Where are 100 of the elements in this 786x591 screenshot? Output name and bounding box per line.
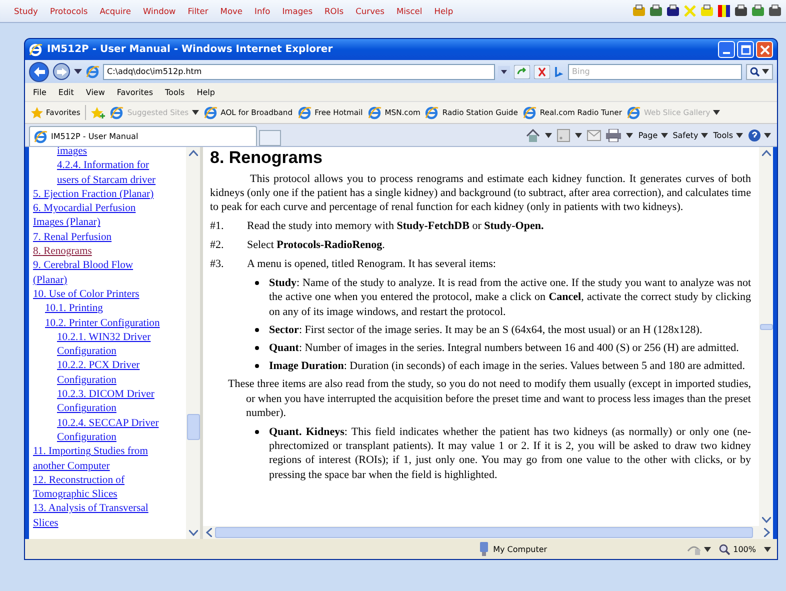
toc-link[interactable]: 5. Ejection Fraction (Planar) bbox=[33, 188, 154, 202]
menu-item[interactable]: Study bbox=[14, 6, 38, 16]
command-button[interactable]: Safety bbox=[672, 130, 708, 140]
scroll-left-icon[interactable] bbox=[206, 528, 212, 537]
menu-item[interactable]: File bbox=[33, 88, 46, 96]
toolbar-icon[interactable] bbox=[649, 4, 663, 18]
scroll-down-icon[interactable] bbox=[188, 530, 198, 536]
toc-link[interactable]: 10.2.2. PCX Driver Configuration bbox=[57, 359, 168, 388]
caret-icon bbox=[704, 546, 712, 552]
toc-link[interactable]: 10.2. Printer Configuration bbox=[45, 316, 160, 331]
search-field[interactable]: Bing bbox=[568, 64, 742, 80]
toc-link[interactable]: 4.2.4. Information for users of Starcam driver bbox=[57, 159, 168, 188]
computer-icon bbox=[479, 542, 490, 556]
toc-link[interactable]: 12. Reconstruction of Tomographic Slices bbox=[33, 474, 168, 502]
bing-logo-icon bbox=[554, 66, 565, 77]
home-icon[interactable] bbox=[526, 128, 540, 142]
menu-item[interactable]: Move bbox=[220, 6, 243, 16]
menu-item[interactable]: Filter bbox=[188, 6, 208, 16]
toc-link[interactable]: 13. Analysis of Transversal Slices bbox=[33, 502, 168, 532]
menu-item[interactable]: Acquire bbox=[100, 6, 131, 16]
minimize-button[interactable] bbox=[718, 41, 735, 58]
toc-link[interactable]: images bbox=[57, 145, 88, 160]
back-arrow-icon bbox=[33, 66, 45, 76]
browser-page-icon bbox=[298, 106, 312, 120]
caret-icon bbox=[575, 132, 582, 138]
help-button[interactable] bbox=[748, 128, 771, 142]
list-item-text: Image Duration: Duration (in seconds) of each image in the series. Values between 5 and 180 are admitted. bbox=[269, 359, 746, 374]
step-text: Select Protocols-RadioRenog. bbox=[247, 238, 386, 252]
address-field[interactable]: C:\adq\doc\im512p.htm bbox=[103, 64, 495, 80]
scroll-thumb[interactable] bbox=[215, 527, 753, 538]
add-favorite-icon[interactable] bbox=[91, 106, 106, 118]
close-button[interactable] bbox=[756, 41, 773, 58]
search-button[interactable] bbox=[746, 64, 773, 80]
scroll-up-icon[interactable] bbox=[762, 150, 770, 156]
menu-item[interactable]: Help bbox=[434, 6, 454, 16]
caret-icon bbox=[764, 546, 771, 552]
list-item-text: Quant: Number of images in the series. Integral numbers between 16 and 400 (S) or 256 (H) are admitted. bbox=[269, 341, 740, 356]
command-button[interactable]: Page bbox=[638, 130, 668, 140]
caret-icon bbox=[626, 132, 634, 138]
maximize-button[interactable] bbox=[737, 41, 754, 58]
vertical-scrollbar[interactable] bbox=[186, 147, 200, 539]
toolbar-icon[interactable] bbox=[666, 4, 680, 18]
vertical-scrollbar[interactable] bbox=[759, 147, 773, 526]
scroll-right-icon[interactable] bbox=[764, 528, 770, 537]
toc-link[interactable]: 10.2.3. DICOM Driver Configuration bbox=[57, 388, 168, 417]
scroll-thumb[interactable] bbox=[760, 324, 773, 330]
toc-link[interactable]: 10. Use of Color Printers bbox=[33, 288, 140, 302]
menu-item[interactable]: Miscel bbox=[396, 6, 422, 16]
bullet-icon bbox=[255, 430, 259, 434]
back-button[interactable] bbox=[29, 62, 49, 82]
menu-item[interactable]: Curves bbox=[356, 6, 384, 16]
step-number: #1. bbox=[210, 218, 225, 233]
menu-item[interactable]: Tools bbox=[165, 88, 185, 96]
toolbar-icon[interactable] bbox=[768, 4, 782, 18]
zoom-button[interactable]: 100% bbox=[719, 544, 756, 554]
toolbar-icon[interactable] bbox=[717, 4, 731, 18]
menu-item[interactable]: Protocols bbox=[50, 6, 88, 16]
browser-page-icon bbox=[522, 106, 537, 120]
toolbar-icon[interactable] bbox=[751, 4, 765, 18]
menu-item[interactable]: Images bbox=[282, 6, 313, 16]
bullet-icon bbox=[255, 328, 259, 332]
command-button[interactable]: Tools bbox=[713, 130, 743, 140]
caret-icon bbox=[660, 132, 668, 138]
scroll-up-icon[interactable] bbox=[188, 150, 198, 156]
menu-item[interactable]: View bbox=[86, 88, 105, 96]
caret-icon bbox=[764, 132, 771, 138]
forward-arrow-icon bbox=[56, 68, 66, 76]
star-icon bbox=[31, 106, 43, 118]
menu-item[interactable]: Favorites bbox=[116, 88, 154, 96]
toc-link[interactable]: 11. Importing Studies from another Computer bbox=[33, 445, 168, 474]
scroll-thumb[interactable] bbox=[187, 414, 200, 440]
toc-link[interactable]: 10.1. Printing bbox=[45, 302, 103, 317]
toc-link[interactable]: 10.2.4. SECCAP Driver Configuration bbox=[57, 416, 168, 446]
magnifier-icon bbox=[719, 544, 730, 554]
browser-page-icon bbox=[34, 130, 48, 144]
horizontal-scrollbar[interactable] bbox=[203, 526, 773, 539]
dropdown-caret-icon[interactable] bbox=[74, 69, 82, 74]
stop-icon[interactable] bbox=[534, 64, 550, 78]
menu-item[interactable]: ROIs bbox=[324, 6, 344, 16]
browser-tab[interactable]: IM512P - User Manual bbox=[29, 126, 257, 146]
toolbar-icon[interactable] bbox=[734, 4, 748, 18]
menu-item[interactable]: Window bbox=[143, 6, 176, 16]
browser-page-icon bbox=[204, 106, 218, 120]
toc-link[interactable]: 6. Myocardial Perfusion Images (Planar) bbox=[33, 202, 168, 231]
caret-icon bbox=[736, 132, 743, 138]
toc-link[interactable]: 10.2.1. WIN32 Driver Configuration bbox=[57, 330, 168, 360]
toc-link[interactable]: 9. Cerebral Blood Flow (Planar) bbox=[33, 259, 168, 288]
print-icon[interactable] bbox=[606, 128, 622, 142]
caret-icon bbox=[545, 132, 552, 138]
menu-item[interactable]: Help bbox=[196, 88, 215, 96]
step-number: #3. bbox=[210, 257, 225, 272]
mail-icon[interactable] bbox=[587, 130, 602, 140]
toc-link[interactable]: 7. Renal Perfusion bbox=[33, 230, 112, 246]
toc-link[interactable]: 8. Renograms bbox=[33, 245, 92, 260]
menu-item[interactable]: Edit bbox=[58, 88, 74, 96]
scroll-down-icon[interactable] bbox=[762, 517, 770, 523]
bullet-icon bbox=[255, 281, 259, 286]
forward-button[interactable] bbox=[53, 63, 70, 80]
help-icon bbox=[748, 128, 761, 142]
menu-item[interactable]: Info bbox=[254, 6, 270, 16]
